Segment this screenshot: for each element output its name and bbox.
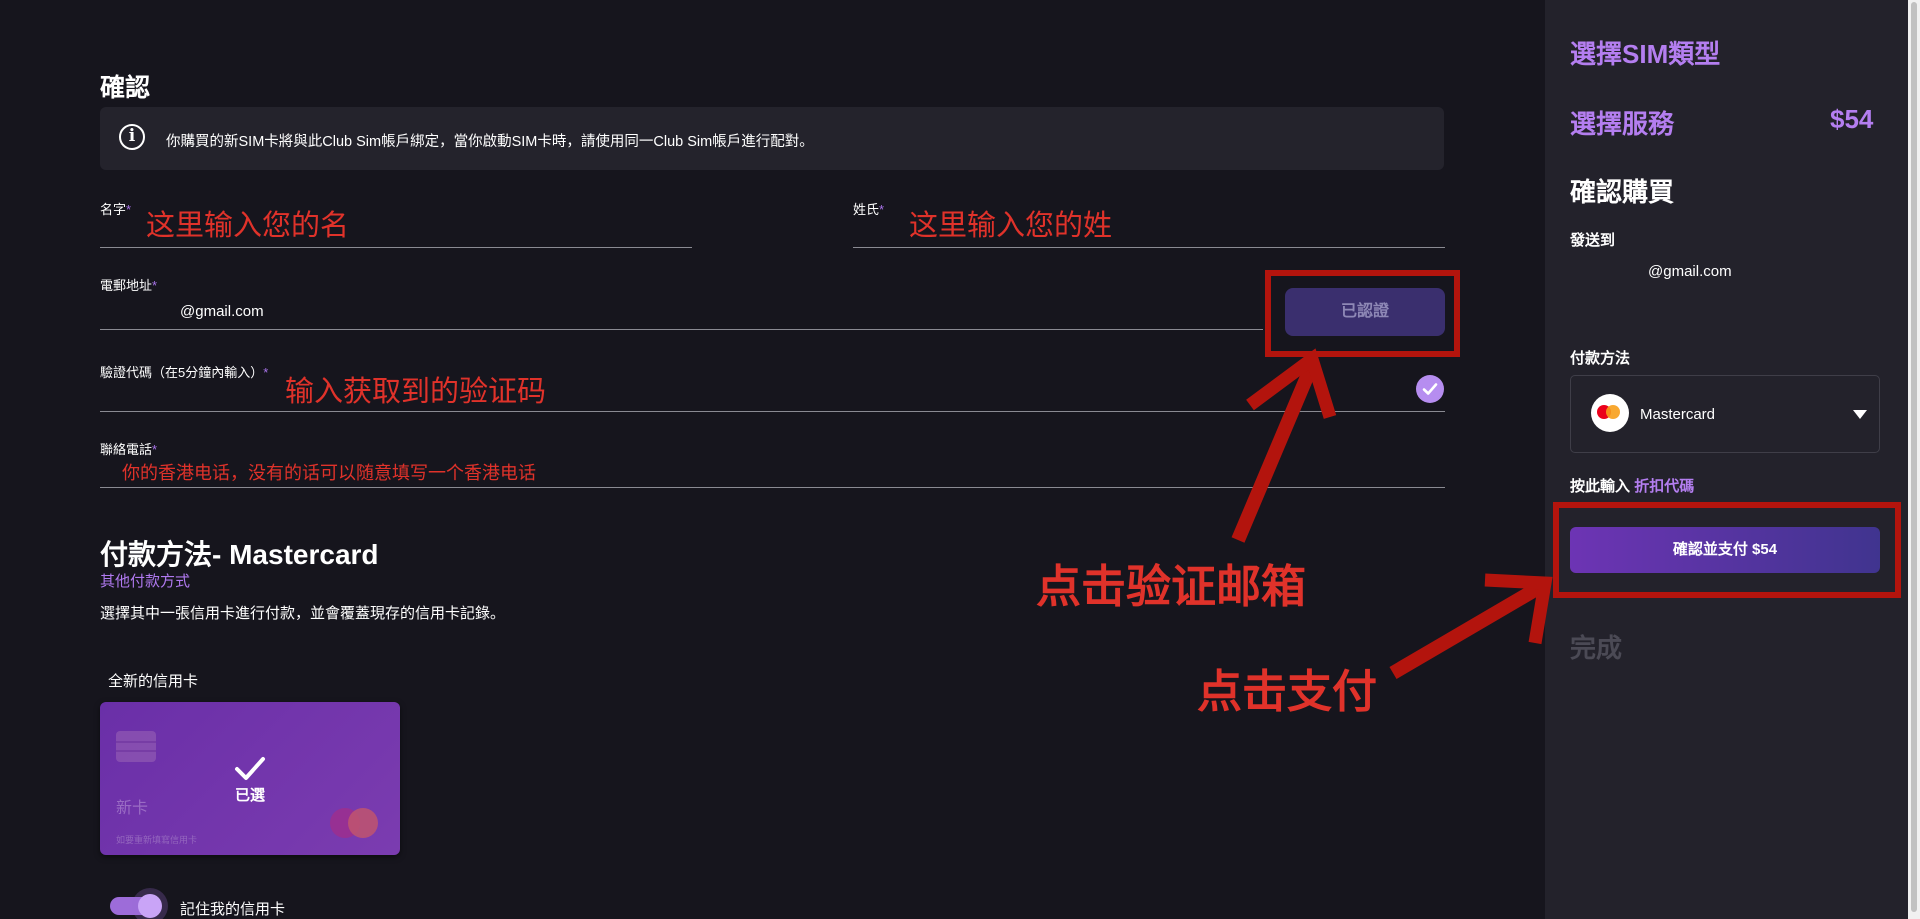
mastercard-logo-icon <box>330 808 380 838</box>
payment-method-value: Mastercard <box>1640 406 1716 423</box>
code-annotation: 输入获取到的验证码 <box>285 376 547 408</box>
pay-highlight-box <box>1553 502 1901 598</box>
first-name-annotation: 这里输入您的名 <box>146 210 350 242</box>
page-scrollbar[interactable] <box>1908 0 1920 919</box>
card-subtext: 如要重新填寫信用卡 <box>116 835 198 845</box>
arrow-to-verify-icon <box>1231 348 1337 543</box>
service-price: $54 <box>1830 104 1874 134</box>
mastercard-icon <box>1591 394 1629 432</box>
last-name-label: 姓氏* <box>853 202 885 217</box>
scrollbar-thumb[interactable] <box>1911 2 1917 912</box>
first-name-label: 名字* <box>100 202 132 217</box>
remember-card-label: 記住我的信用卡 <box>180 901 286 918</box>
payment-description: 選擇其中一張信用卡進行付款，並會覆蓋現存的信用卡記錄。 <box>100 605 506 622</box>
info-banner: i 你購買的新SIM卡將與此Club Sim帳戶綁定，當你啟動SIM卡時，請使用… <box>100 107 1444 170</box>
verify-email-annotation: 点击验证邮箱 <box>1036 561 1307 612</box>
card-selected-label: 已選 <box>234 787 265 804</box>
promo-code-link[interactable]: 折扣代碼 <box>1634 478 1694 495</box>
phone-label: 聯絡電話* <box>100 442 158 457</box>
send-to-label: 發送到 <box>1570 232 1616 249</box>
email-value[interactable]: @gmail.com <box>180 303 264 320</box>
new-credit-card[interactable]: 新卡 如要重新填寫信用卡 已選 <box>100 702 400 855</box>
chevron-down-icon[interactable] <box>1853 410 1867 419</box>
info-text: 你購買的新SIM卡將與此Club Sim帳戶綁定，當你啟動SIM卡時，請使用同一… <box>166 134 814 150</box>
step-select-service[interactable]: 選擇服務 <box>1570 104 1674 141</box>
step-confirm-purchase: 確認購買 <box>1570 177 1675 207</box>
first-name-input[interactable] <box>100 247 692 248</box>
new-card-label: 全新的信用卡 <box>108 673 199 690</box>
email-label: 電郵地址* <box>100 278 158 293</box>
promo-code-row: 按此輸入 折扣代碼 <box>1570 478 1695 495</box>
payment-method-title: 付款方法- Mastercard <box>100 539 379 570</box>
card-selected-check-icon <box>235 757 265 780</box>
code-verified-check-icon <box>1416 375 1444 403</box>
verify-highlight-box <box>1265 270 1460 357</box>
toggle-knob[interactable] <box>138 894 162 918</box>
info-icon: i <box>119 124 145 150</box>
arrow-to-pay-icon <box>1389 573 1553 680</box>
payment-method-select[interactable]: Mastercard <box>1570 375 1880 453</box>
card-chip-icon <box>116 731 156 762</box>
send-to-email: @gmail.com <box>1648 263 1732 280</box>
email-input[interactable] <box>100 329 1263 330</box>
payment-method-label: 付款方法 <box>1570 350 1631 367</box>
phone-annotation: 你的香港电话，没有的话可以随意填写一个香港电话 <box>122 463 536 483</box>
step-select-sim[interactable]: 選擇SIM類型 <box>1570 34 1720 71</box>
remember-card-toggle[interactable] <box>110 894 162 918</box>
step-done: 完成 <box>1570 633 1623 663</box>
last-name-annotation: 这里输入您的姓 <box>909 210 1113 242</box>
click-pay-annotation: 点击支付 <box>1197 666 1378 717</box>
code-label: 驗證代碼（在5分鐘內輸入）* <box>100 365 269 380</box>
confirm-title: 確認 <box>100 74 151 102</box>
other-payment-link[interactable]: 其他付款方式 <box>100 570 190 591</box>
last-name-input[interactable] <box>853 247 1445 248</box>
